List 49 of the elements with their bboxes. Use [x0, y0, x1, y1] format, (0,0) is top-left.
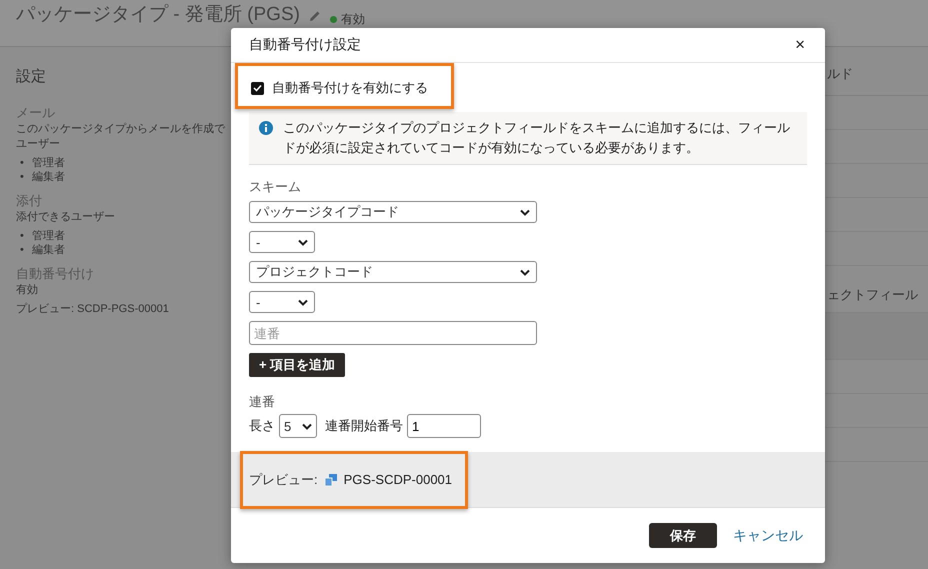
bullet: •: [20, 229, 24, 243]
caret-icon: [520, 268, 530, 276]
enable-checkbox[interactable]: [251, 82, 264, 94]
user-role: 管理者: [32, 156, 65, 170]
separator-dropdown[interactable]: -: [249, 291, 315, 313]
pencil-icon[interactable]: [308, 9, 322, 23]
bullet: •: [20, 156, 24, 170]
start-number-field[interactable]: 1: [407, 414, 481, 438]
add-item-button[interactable]: + 項目を追加: [249, 353, 346, 377]
scheme-label: スキーム: [249, 178, 302, 196]
preview-label: プレビュー:: [249, 470, 318, 488]
length-label: 長さ: [249, 417, 275, 435]
close-button[interactable]: ×: [795, 35, 805, 55]
setting-text: プレビュー: SCDP-PGS-00001: [16, 302, 169, 317]
setting-text: このパッケージタイプからメールを作成で: [16, 122, 225, 137]
dialog-title: 自動番号付け設定: [249, 36, 361, 54]
separator-dropdown[interactable]: -: [249, 231, 315, 253]
page-title: パッケージタイプ - 発電所 (PGS): [16, 4, 300, 26]
caret-icon: [298, 238, 308, 246]
info-text: このパッケージタイプのプロジェクトフィールドをスキームに追加するには、フィールドが必須に設定されていてコードが有効になっている必要があります。: [283, 119, 791, 157]
section-label: 添付: [16, 192, 42, 210]
bullet: •: [20, 170, 24, 184]
info-icon: [259, 121, 273, 135]
section-label: メール: [16, 104, 55, 122]
stack-icon: [324, 472, 338, 486]
status-dot: [330, 16, 337, 22]
preview-value: PGS-SCDP-00001: [344, 472, 452, 487]
caret-icon: [520, 208, 530, 216]
sequence-field[interactable]: 連番: [249, 321, 537, 345]
section-label: 自動番号付け: [16, 265, 94, 283]
start-number-label: 連番開始番号: [325, 417, 403, 435]
setting-text: ユーザー: [16, 137, 60, 152]
user-role: 編集者: [32, 243, 65, 257]
caret-icon: [302, 422, 312, 430]
save-button[interactable]: 保存: [649, 523, 717, 548]
settings-heading: 設定: [16, 67, 46, 86]
cancel-link[interactable]: キャンセル: [733, 526, 803, 544]
setting-text: 有効: [16, 283, 38, 298]
status-text: 有効: [340, 12, 365, 26]
user-role: 編集者: [32, 170, 65, 184]
checkbox-label: 自動番号付けを有効にする: [272, 79, 428, 97]
caret-icon: [298, 298, 308, 306]
sequence-label: 連番: [249, 393, 276, 411]
length-dropdown[interactable]: 5: [279, 414, 317, 438]
bullet: •: [20, 243, 24, 257]
scheme-dropdown[interactable]: パッケージタイプコード: [249, 201, 537, 223]
scheme-dropdown[interactable]: プロジェクトコード: [249, 261, 537, 283]
user-role: 管理者: [32, 229, 65, 243]
setting-text: 添付できるユーザー: [16, 210, 115, 225]
